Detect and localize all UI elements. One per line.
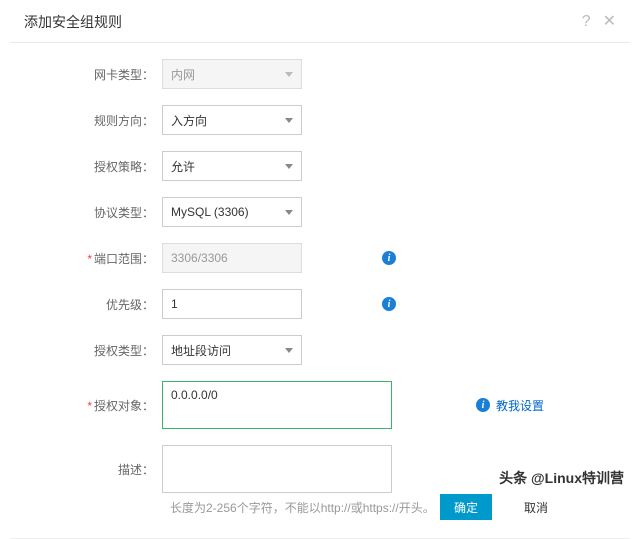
control-port-range: 3306/3306 xyxy=(162,243,368,273)
select-policy[interactable]: 允许 xyxy=(162,151,302,181)
label-protocol: 协议类型： xyxy=(34,204,162,221)
row-policy: 授权策略： 允许 xyxy=(34,151,606,181)
control-policy: 允许 xyxy=(162,151,368,181)
label-auth-object-text: 授权对象： xyxy=(94,399,154,413)
label-auth-object: *授权对象： xyxy=(34,397,162,414)
row-auth-object: *授权对象： 0.0.0.0/0 i 教我设置 xyxy=(34,381,606,429)
control-direction: 入方向 xyxy=(162,105,368,135)
row-direction: 规则方向： 入方向 xyxy=(34,105,606,135)
label-priority: 优先级： xyxy=(34,296,162,313)
footer-buttons: 确定 取消 xyxy=(440,494,562,520)
ok-button[interactable]: 确定 xyxy=(440,494,492,520)
helper-link[interactable]: 教我设置 xyxy=(496,397,544,414)
chevron-down-icon xyxy=(285,164,293,169)
input-priority-field[interactable] xyxy=(171,290,293,318)
help-icon[interactable]: ? xyxy=(582,14,591,30)
select-policy-value: 允许 xyxy=(171,158,195,175)
label-direction: 规则方向： xyxy=(34,112,162,129)
row-protocol: 协议类型： MySQL (3306) xyxy=(34,197,606,227)
dialog-header: 添加安全组规则 ? ✕ xyxy=(10,0,630,43)
row-port-range: *端口范围： 3306/3306 i xyxy=(34,243,606,273)
select-auth-type[interactable]: 地址段访问 xyxy=(162,335,302,365)
control-auth-object: 0.0.0.0/0 xyxy=(162,381,392,429)
label-auth-type: 授权类型： xyxy=(34,342,162,359)
chevron-down-icon xyxy=(285,118,293,123)
input-priority[interactable] xyxy=(162,289,302,319)
control-priority xyxy=(162,289,368,319)
chevron-down-icon xyxy=(285,210,293,215)
select-protocol-value: MySQL (3306) xyxy=(171,205,249,219)
info-icon[interactable]: i xyxy=(476,398,490,412)
label-nic-type: 网卡类型： xyxy=(34,66,162,83)
input-port-range: 3306/3306 xyxy=(162,243,302,273)
label-policy: 授权策略： xyxy=(34,158,162,175)
input-port-range-value: 3306/3306 xyxy=(171,251,228,265)
select-auth-type-value: 地址段访问 xyxy=(171,342,231,359)
select-direction[interactable]: 入方向 xyxy=(162,105,302,135)
select-protocol[interactable]: MySQL (3306) xyxy=(162,197,302,227)
info-icon[interactable]: i xyxy=(382,251,396,265)
chevron-down-icon xyxy=(285,348,293,353)
info-icon[interactable]: i xyxy=(382,297,396,311)
textarea-auth-object-value: 0.0.0.0/0 xyxy=(171,388,218,402)
label-port-range-text: 端口范围： xyxy=(94,252,154,266)
helper-wrapper: i 教我设置 xyxy=(462,397,544,414)
select-nic-type: 内网 xyxy=(162,59,302,89)
dialog: 添加安全组规则 ? ✕ 网卡类型： 内网 规则方向： 入方向 xyxy=(10,0,630,539)
footer: 头条 @Linux特训营 确定 取消 xyxy=(0,468,640,520)
row-auth-type: 授权类型： 地址段访问 xyxy=(34,335,606,365)
textarea-auth-object[interactable]: 0.0.0.0/0 xyxy=(162,381,392,429)
control-nic-type: 内网 xyxy=(162,59,368,89)
watermark: 头条 @Linux特训营 xyxy=(499,468,624,488)
form: 网卡类型： 内网 规则方向： 入方向 授权策略： 允许 xyxy=(10,43,630,534)
dialog-header-icons: ? ✕ xyxy=(582,14,616,30)
close-icon[interactable]: ✕ xyxy=(603,14,616,30)
row-priority: 优先级： i xyxy=(34,289,606,319)
row-nic-type: 网卡类型： 内网 xyxy=(34,59,606,89)
dialog-title: 添加安全组规则 xyxy=(24,12,122,32)
control-protocol: MySQL (3306) xyxy=(162,197,368,227)
select-direction-value: 入方向 xyxy=(171,112,207,129)
control-auth-type: 地址段访问 xyxy=(162,335,368,365)
select-nic-type-value: 内网 xyxy=(171,66,195,83)
cancel-button[interactable]: 取消 xyxy=(510,494,562,520)
chevron-down-icon xyxy=(285,72,293,77)
label-port-range: *端口范围： xyxy=(34,250,162,267)
